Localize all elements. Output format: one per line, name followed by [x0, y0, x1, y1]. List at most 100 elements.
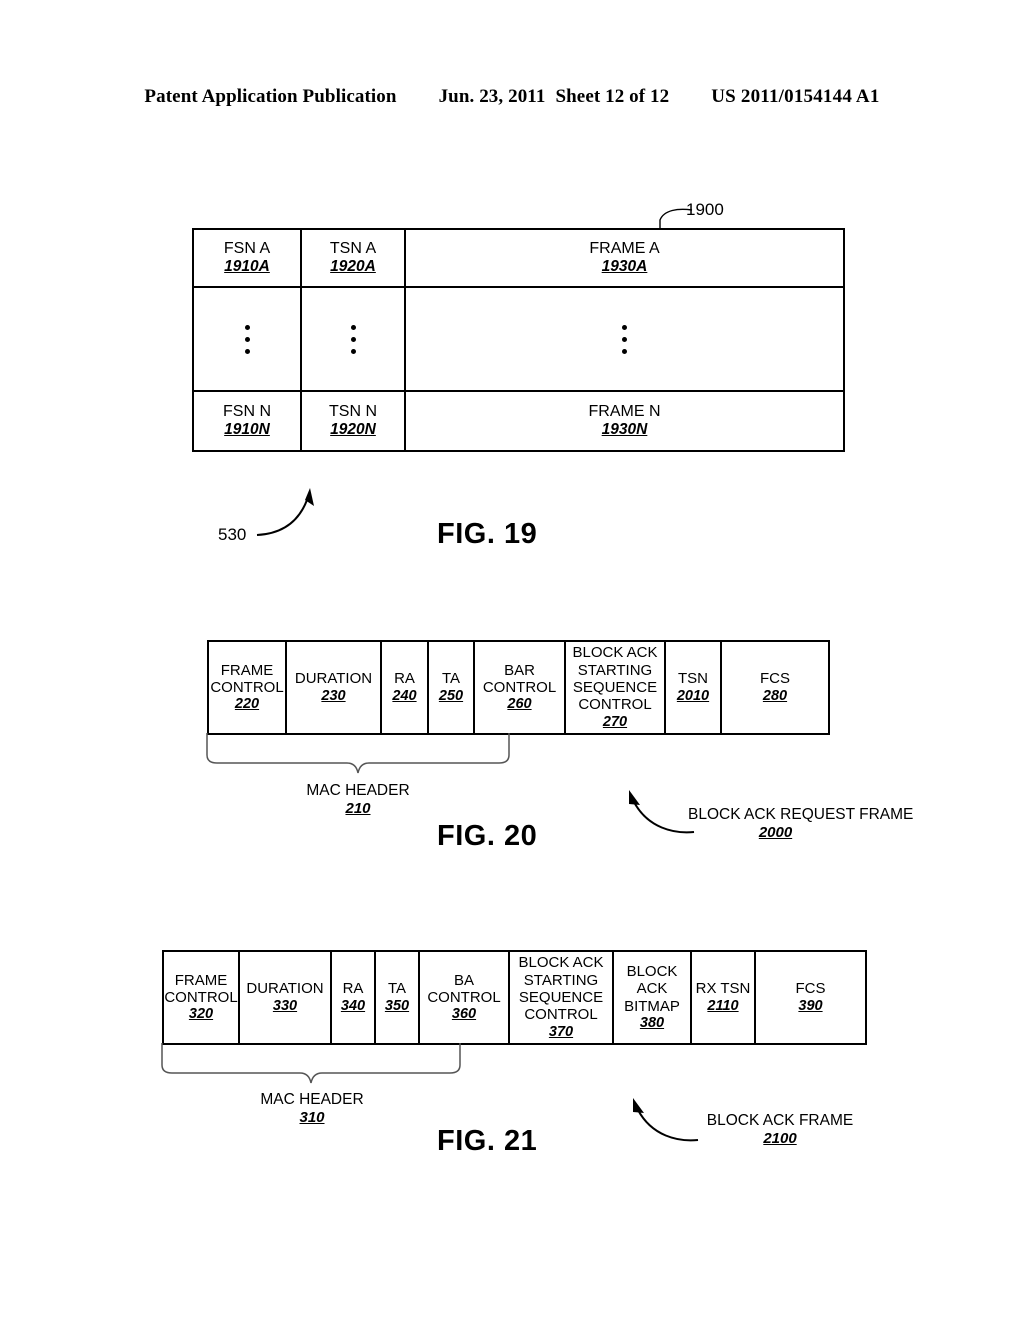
callout-ref: 2100 — [763, 1130, 797, 1148]
field-ref: 250 — [438, 687, 464, 704]
field-bar-control: BAR CONTROL 260 — [475, 642, 566, 733]
figure-caption-21: FIG. 21 — [437, 1125, 538, 1157]
field-block-ack-starting-sequence-control: BLOCK ACK STARTING SEQUENCE CONTROL 270 — [566, 642, 666, 733]
cell-ref: 1930N — [601, 421, 648, 439]
cell-label: FSN N — [223, 403, 271, 421]
field-ref: 280 — [762, 687, 788, 704]
cell-ref: 1920A — [330, 258, 376, 276]
brace-label-ref: 310 — [299, 1109, 325, 1127]
field-frame-control: FRAME CONTROL 220 — [209, 642, 287, 733]
field-block-ack-bitmap: BLOCK ACK BITMAP 380 — [614, 952, 692, 1043]
field-fcs: FCS 390 — [756, 952, 865, 1043]
field-label: RA — [342, 980, 364, 998]
field-ref: 330 — [272, 997, 298, 1014]
field-ref: 2110 — [707, 997, 739, 1014]
field-ref: 220 — [234, 696, 260, 713]
page-header: Patent Application Publication Jun. 23, … — [0, 86, 1024, 108]
figure-ref-1900: 1900 — [686, 200, 724, 219]
fig21-block-ack-frame: FRAME CONTROL 320 DURATION 330 RA 340 TA… — [162, 950, 867, 1045]
cell-fsn-ellipsis — [194, 288, 302, 390]
vertical-ellipsis-icon — [622, 324, 627, 354]
cell-label: FRAME N — [588, 403, 661, 421]
cell-tsn-a: TSN A 1920A — [302, 230, 406, 286]
field-ref: 230 — [321, 687, 346, 704]
field-label: RX TSN — [695, 980, 751, 998]
callout-label: BLOCK ACK REQUEST FRAME — [688, 806, 914, 823]
field-ba-control: BA CONTROL 360 — [420, 952, 510, 1043]
mac-header-label-20: MAC HEADER 210 — [258, 781, 458, 819]
figure-ref-530: 530 — [218, 525, 247, 544]
fig19-frame-table: FSN A 1910A TSN A 1920A FRAME A 1930A FS… — [192, 228, 845, 452]
field-label: BAR CONTROL — [482, 661, 557, 697]
field-ref: 260 — [507, 696, 532, 713]
field-block-ack-starting-sequence-control: BLOCK ACK STARTING SEQUENCE CONTROL 370 — [510, 952, 614, 1043]
field-ra: RA 340 — [332, 952, 376, 1043]
cell-label: TSN N — [329, 403, 377, 421]
cell-ref: 1920N — [330, 421, 376, 439]
cell-ref: 1910A — [224, 258, 270, 276]
field-label: FCS — [760, 670, 790, 688]
field-label: FCS — [795, 980, 826, 998]
brace-label-text: MAC HEADER — [306, 782, 410, 799]
field-ref: 390 — [798, 997, 823, 1014]
field-ref: 2010 — [676, 687, 710, 704]
pointer-arrow-2000 — [629, 790, 695, 834]
field-ref: 380 — [639, 1015, 665, 1032]
field-ta: TA 350 — [376, 952, 420, 1043]
field-ref: 340 — [340, 997, 366, 1014]
callout-block-ack-request-frame: BLOCK ACK REQUEST FRAME 2000 — [688, 805, 913, 843]
pointer-arrow-530 — [256, 488, 314, 536]
cell-frame-a: FRAME A 1930A — [406, 230, 843, 286]
field-ref: 370 — [548, 1023, 574, 1040]
vertical-ellipsis-icon — [244, 324, 250, 354]
brace-label-text: MAC HEADER — [260, 1091, 364, 1108]
field-label: RA — [394, 670, 415, 688]
callout-block-ack-frame: BLOCK ACK FRAME 2100 — [700, 1111, 860, 1149]
cell-label: TSN A — [329, 240, 377, 258]
pointer-arrow-2100 — [633, 1098, 699, 1142]
field-fcs: FCS 280 — [722, 642, 828, 733]
field-label: TSN — [678, 670, 708, 688]
field-ta: TA 250 — [429, 642, 475, 733]
field-ref: 350 — [384, 997, 410, 1014]
field-ref: 270 — [602, 713, 628, 730]
sheet-number: Sheet 12 of 12 — [555, 86, 670, 107]
field-label: BLOCK ACK STARTING SEQUENCE CONTROL — [518, 954, 604, 1024]
brace-label-ref: 210 — [345, 800, 371, 818]
field-label: DURATION — [294, 670, 373, 688]
table-row-ellipsis — [194, 288, 843, 392]
table-row: FSN A 1910A TSN A 1920A FRAME A 1930A — [194, 230, 843, 288]
field-frame-control: FRAME CONTROL 320 — [164, 952, 240, 1043]
figure-caption-19: FIG. 19 — [437, 518, 538, 550]
table-row: FSN N 1910N TSN N 1920N FRAME N 1930N — [194, 392, 843, 450]
cell-tsn-ellipsis — [302, 288, 406, 390]
field-rx-tsn: RX TSN 2110 — [692, 952, 756, 1043]
cell-label: FSN A — [223, 240, 271, 258]
field-label: TA — [441, 670, 461, 688]
field-label: BLOCK ACK STARTING SEQUENCE CONTROL — [572, 644, 658, 714]
vertical-ellipsis-icon — [350, 324, 356, 354]
publication-title: Patent Application Publication — [144, 86, 397, 107]
field-ra: RA 240 — [382, 642, 429, 733]
field-ref: 320 — [188, 1006, 214, 1023]
cell-fsn-a: FSN A 1910A — [194, 230, 302, 286]
field-label: BA CONTROL — [427, 971, 501, 1007]
cell-tsn-n: TSN N 1920N — [302, 392, 406, 450]
cell-fsn-n: FSN N 1910N — [194, 392, 302, 450]
cell-frame-ellipsis — [406, 288, 843, 390]
cell-frame-n: FRAME N 1930N — [406, 392, 843, 450]
field-label: BLOCK ACK BITMAP — [624, 963, 680, 1015]
field-label: TA — [387, 980, 407, 998]
field-ref: 240 — [392, 687, 417, 704]
field-duration: DURATION 330 — [240, 952, 332, 1043]
cell-ref: 1910N — [224, 421, 270, 439]
field-label: DURATION — [246, 980, 324, 998]
publication-date: Jun. 23, 2011 — [438, 86, 546, 107]
fig20-block-ack-request-frame: FRAME CONTROL 220 DURATION 230 RA 240 TA… — [207, 640, 830, 735]
callout-label: BLOCK ACK FRAME — [706, 1112, 854, 1129]
mac-header-brace-21 — [161, 1043, 461, 1084]
mac-header-label-21: MAC HEADER 310 — [212, 1090, 412, 1128]
patent-number: US 2011/0154144 A1 — [711, 86, 880, 107]
callout-ref: 2000 — [758, 824, 793, 842]
field-label: FRAME CONTROL — [210, 661, 284, 697]
